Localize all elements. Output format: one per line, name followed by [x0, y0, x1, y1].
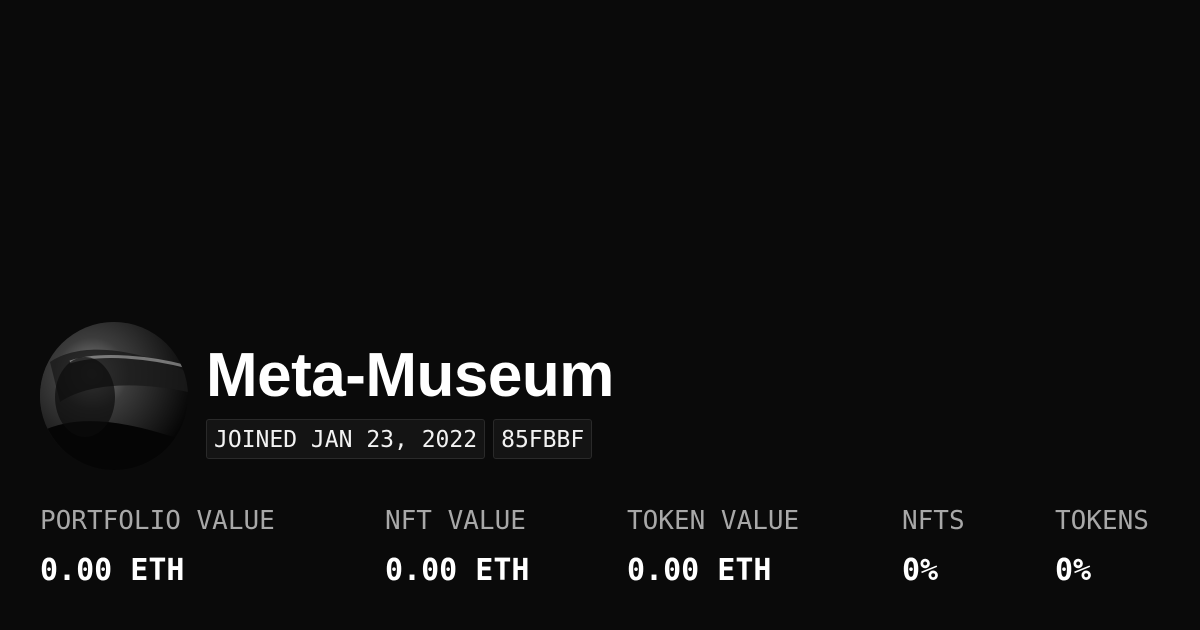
stat-value: 0.00 ETH: [627, 553, 772, 588]
profile-badges: JOINED JAN 23, 2022 85FBBF: [206, 419, 593, 459]
stat-value: 0%: [1055, 553, 1092, 588]
profile-avatar: [40, 322, 188, 470]
stat-portfolio-value: PORTFOLIO VALUE 0.00 ETH: [40, 503, 275, 589]
stat-label: TOKEN VALUE: [627, 506, 800, 536]
id-tag-badge: 85FBBF: [493, 419, 593, 459]
stat-nft-value: NFT VALUE 0.00 ETH: [385, 503, 530, 589]
stat-label: NFT VALUE: [385, 506, 526, 536]
stat-value: 0.00 ETH: [385, 553, 530, 588]
stat-label: NFTS: [902, 506, 965, 536]
profile-card: Meta-Museum JOINED JAN 23, 2022 85FBBF P…: [0, 0, 1200, 630]
stat-value: 0.00 ETH: [40, 553, 185, 588]
profile-name: Meta-Museum: [206, 341, 614, 410]
stat-nfts: NFTS 0%: [902, 503, 965, 589]
stat-value: 0%: [902, 553, 939, 588]
avatar-image: [40, 322, 188, 470]
stat-tokens: TOKENS 0%: [1055, 503, 1149, 589]
stat-label: PORTFOLIO VALUE: [40, 506, 275, 536]
stat-label: TOKENS: [1055, 506, 1149, 536]
stat-token-value: TOKEN VALUE 0.00 ETH: [627, 503, 799, 589]
joined-date-badge: JOINED JAN 23, 2022: [206, 419, 486, 459]
